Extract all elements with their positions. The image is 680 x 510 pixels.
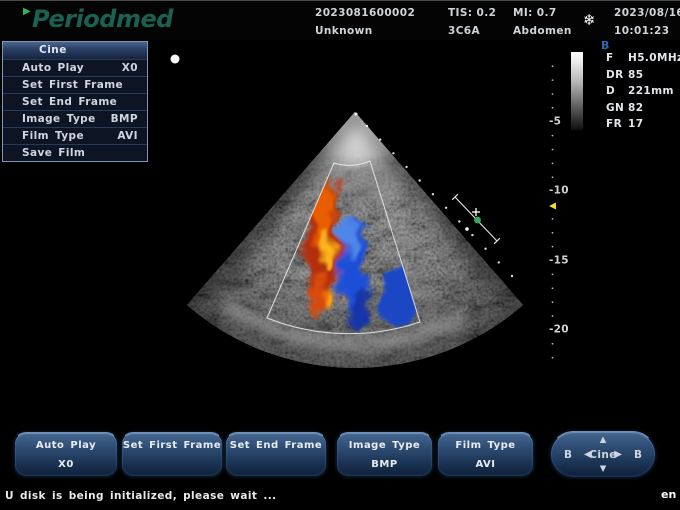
param-label: D [606,85,628,102]
param-frequency: F H5.0MHz [606,52,680,69]
depth-label-10: -10 [549,184,569,196]
param-dynamic-range: DR 85 [606,69,680,86]
menu-item-image-type[interactable]: Image Type BMP [3,110,147,127]
brand-logo: Periodmed [32,5,173,33]
exam-id: 2023081600002 [315,7,415,19]
menu-item-label: Save Film [22,145,85,161]
patient-name: Unknown [315,25,373,37]
probe-model: 3C6A [448,25,480,37]
ultrasound-app-screen: ▶ Periodmed 2023081600002 Unknown TIS: 0… [0,0,680,510]
tis-value: TIS: 0.2 [448,7,496,19]
depth-label-5: -5 [549,115,561,127]
grayscale-bar [571,52,583,130]
menu-item-label: Auto Play [22,60,84,76]
param-depth: D 221mm [606,85,680,102]
depth-ruler [552,65,554,358]
status-message: U disk is being initialized, please wait… [5,490,277,502]
mode-label: B [601,39,609,52]
param-label: F [606,52,628,69]
menu-item-value: BMP [111,111,138,127]
menu-item-label: Image Type [22,111,96,127]
menu-item-label: Set End Frame [22,94,117,110]
probe-orientation-marker [171,55,180,64]
exam-preset: Abdomen [513,25,572,37]
param-label: GN [606,102,628,119]
param-value: 82 [628,102,643,119]
param-label: DR [606,69,628,86]
param-value: H5.0MHz [628,52,680,69]
param-gain: GN 82 [606,102,680,119]
param-value: 85 [628,69,643,86]
system-time: 10:01:23 [614,25,669,37]
caliper-active-point [474,217,481,224]
language-indicator: en [661,488,676,501]
logo-play-icon: ▶ [23,7,31,17]
menu-item-auto-play[interactable]: Auto Play X0 [3,59,147,76]
system-date: 2023/08/16 [614,7,680,19]
focus-marker[interactable] [549,203,556,210]
header-bar: ▶ Periodmed 2023081600002 Unknown TIS: 0… [0,0,680,40]
param-value: 17 [628,118,643,135]
image-parameters: F H5.0MHz DR 85 D 221mm GN 82 FR 17 [606,52,680,135]
menu-item-set-first-frame[interactable]: Set First Frame [3,76,147,93]
param-label: FR [606,118,628,135]
menu-item-label: Film Type [22,128,84,144]
status-bar: U disk is being initialized, please wait… [0,482,680,510]
cine-context-menu: Cine Auto Play X0 Set First Frame Set En… [2,41,148,162]
caliper-cross-cursor [472,208,480,216]
menu-item-label: Set First Frame [22,77,123,93]
param-frame-rate: FR 17 [606,118,680,135]
param-value: 221mm [628,85,674,102]
menu-item-value: X0 [122,60,138,76]
menu-title: Cine [3,42,147,59]
freeze-snowflake-icon: ❄ [583,11,596,29]
menu-item-film-type[interactable]: Film Type AVI [3,127,147,144]
depth-label-20: -20 [549,323,569,335]
menu-item-value: AVI [117,128,138,144]
mi-value: MI: 0.7 [513,7,557,19]
menu-item-set-end-frame[interactable]: Set End Frame [3,93,147,110]
menu-item-save-film[interactable]: Save Film [3,144,147,161]
depth-label-15: -15 [549,254,569,266]
